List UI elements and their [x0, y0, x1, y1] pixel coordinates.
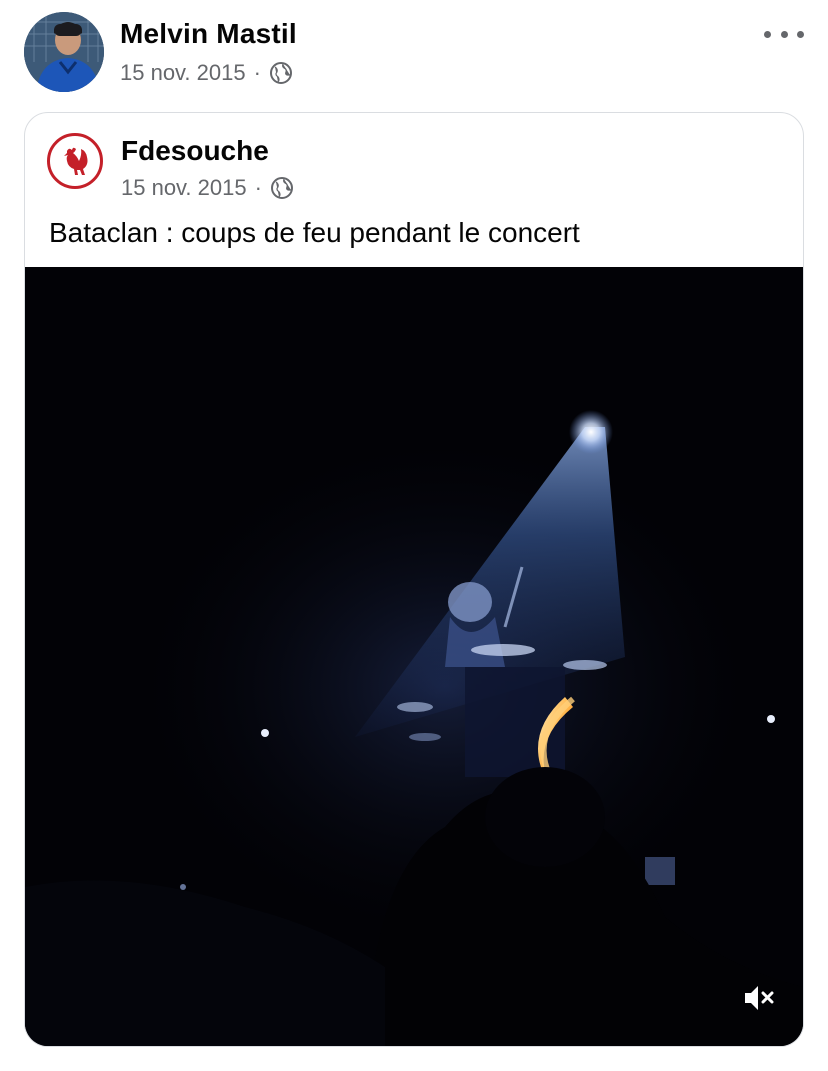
- speaker-muted-icon[interactable]: [741, 980, 777, 1016]
- avatar-image: [24, 12, 104, 92]
- shared-post-meta: 15 nov. 2015 ·: [121, 175, 294, 201]
- post-meta: 15 nov. 2015 ·: [120, 60, 293, 86]
- more-options-icon[interactable]: [764, 24, 804, 44]
- page-name[interactable]: Fdesouche: [121, 135, 269, 167]
- meta-separator: ·: [253, 60, 261, 85]
- globe-icon: [269, 61, 293, 85]
- post-text: Bataclan : coups de feu pendant le conce…: [49, 217, 580, 248]
- post-header: Melvin Mastil 15 nov. 2015 ·: [0, 0, 828, 100]
- video-frame: [25, 267, 803, 1046]
- video-player[interactable]: [25, 267, 803, 1046]
- author-name[interactable]: Melvin Mastil: [120, 18, 297, 50]
- shared-post-date[interactable]: 15 nov. 2015: [121, 175, 247, 201]
- shared-post-card[interactable]: Fdesouche 15 nov. 2015 · Bataclan : coup…: [24, 112, 804, 1047]
- post-date[interactable]: 15 nov. 2015: [120, 60, 246, 86]
- author-avatar[interactable]: [24, 12, 104, 92]
- rooster-icon[interactable]: [47, 133, 103, 189]
- globe-icon: [270, 176, 294, 200]
- meta-separator: ·: [254, 175, 262, 200]
